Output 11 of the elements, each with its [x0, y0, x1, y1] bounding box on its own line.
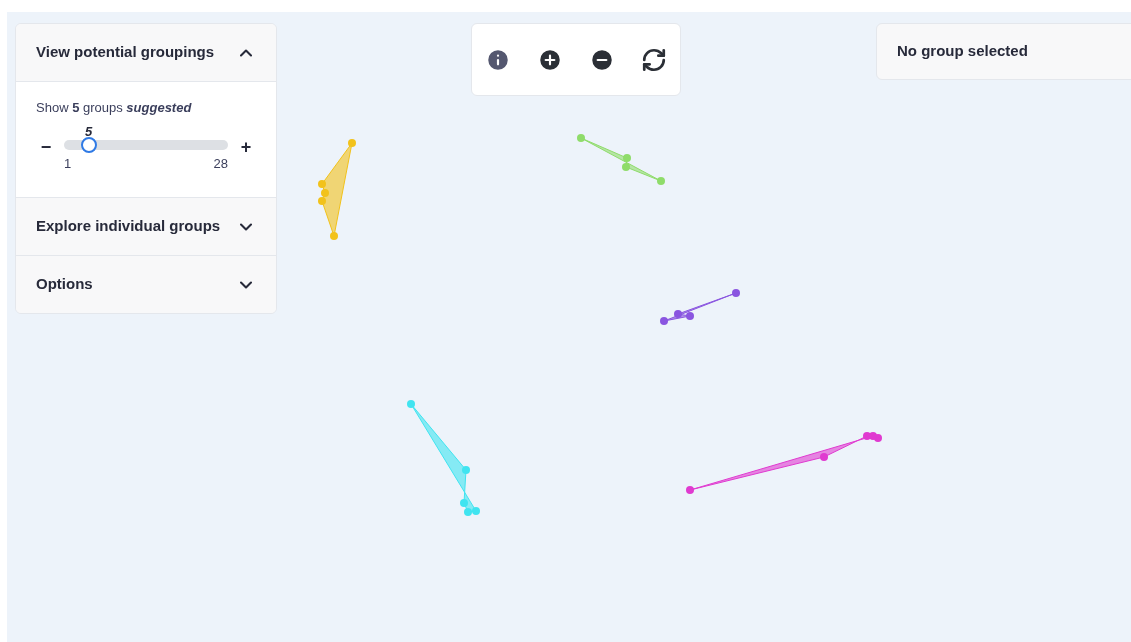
- cluster-drawing[interactable]: [686, 432, 882, 494]
- slider-min-label: 1: [64, 154, 72, 173]
- increase-button[interactable]: +: [236, 133, 256, 161]
- slider-value: 5: [85, 122, 93, 141]
- cluster-drawing[interactable]: [660, 289, 740, 325]
- refresh-icon[interactable]: [641, 46, 667, 73]
- selection-status: No group selected: [897, 41, 1028, 62]
- groups-count-text: Show 5 groups suggested: [36, 99, 193, 117]
- slider-thumb[interactable]: [80, 136, 97, 153]
- decrease-button[interactable]: −: [36, 133, 56, 161]
- slider-max-label: 28: [213, 154, 228, 173]
